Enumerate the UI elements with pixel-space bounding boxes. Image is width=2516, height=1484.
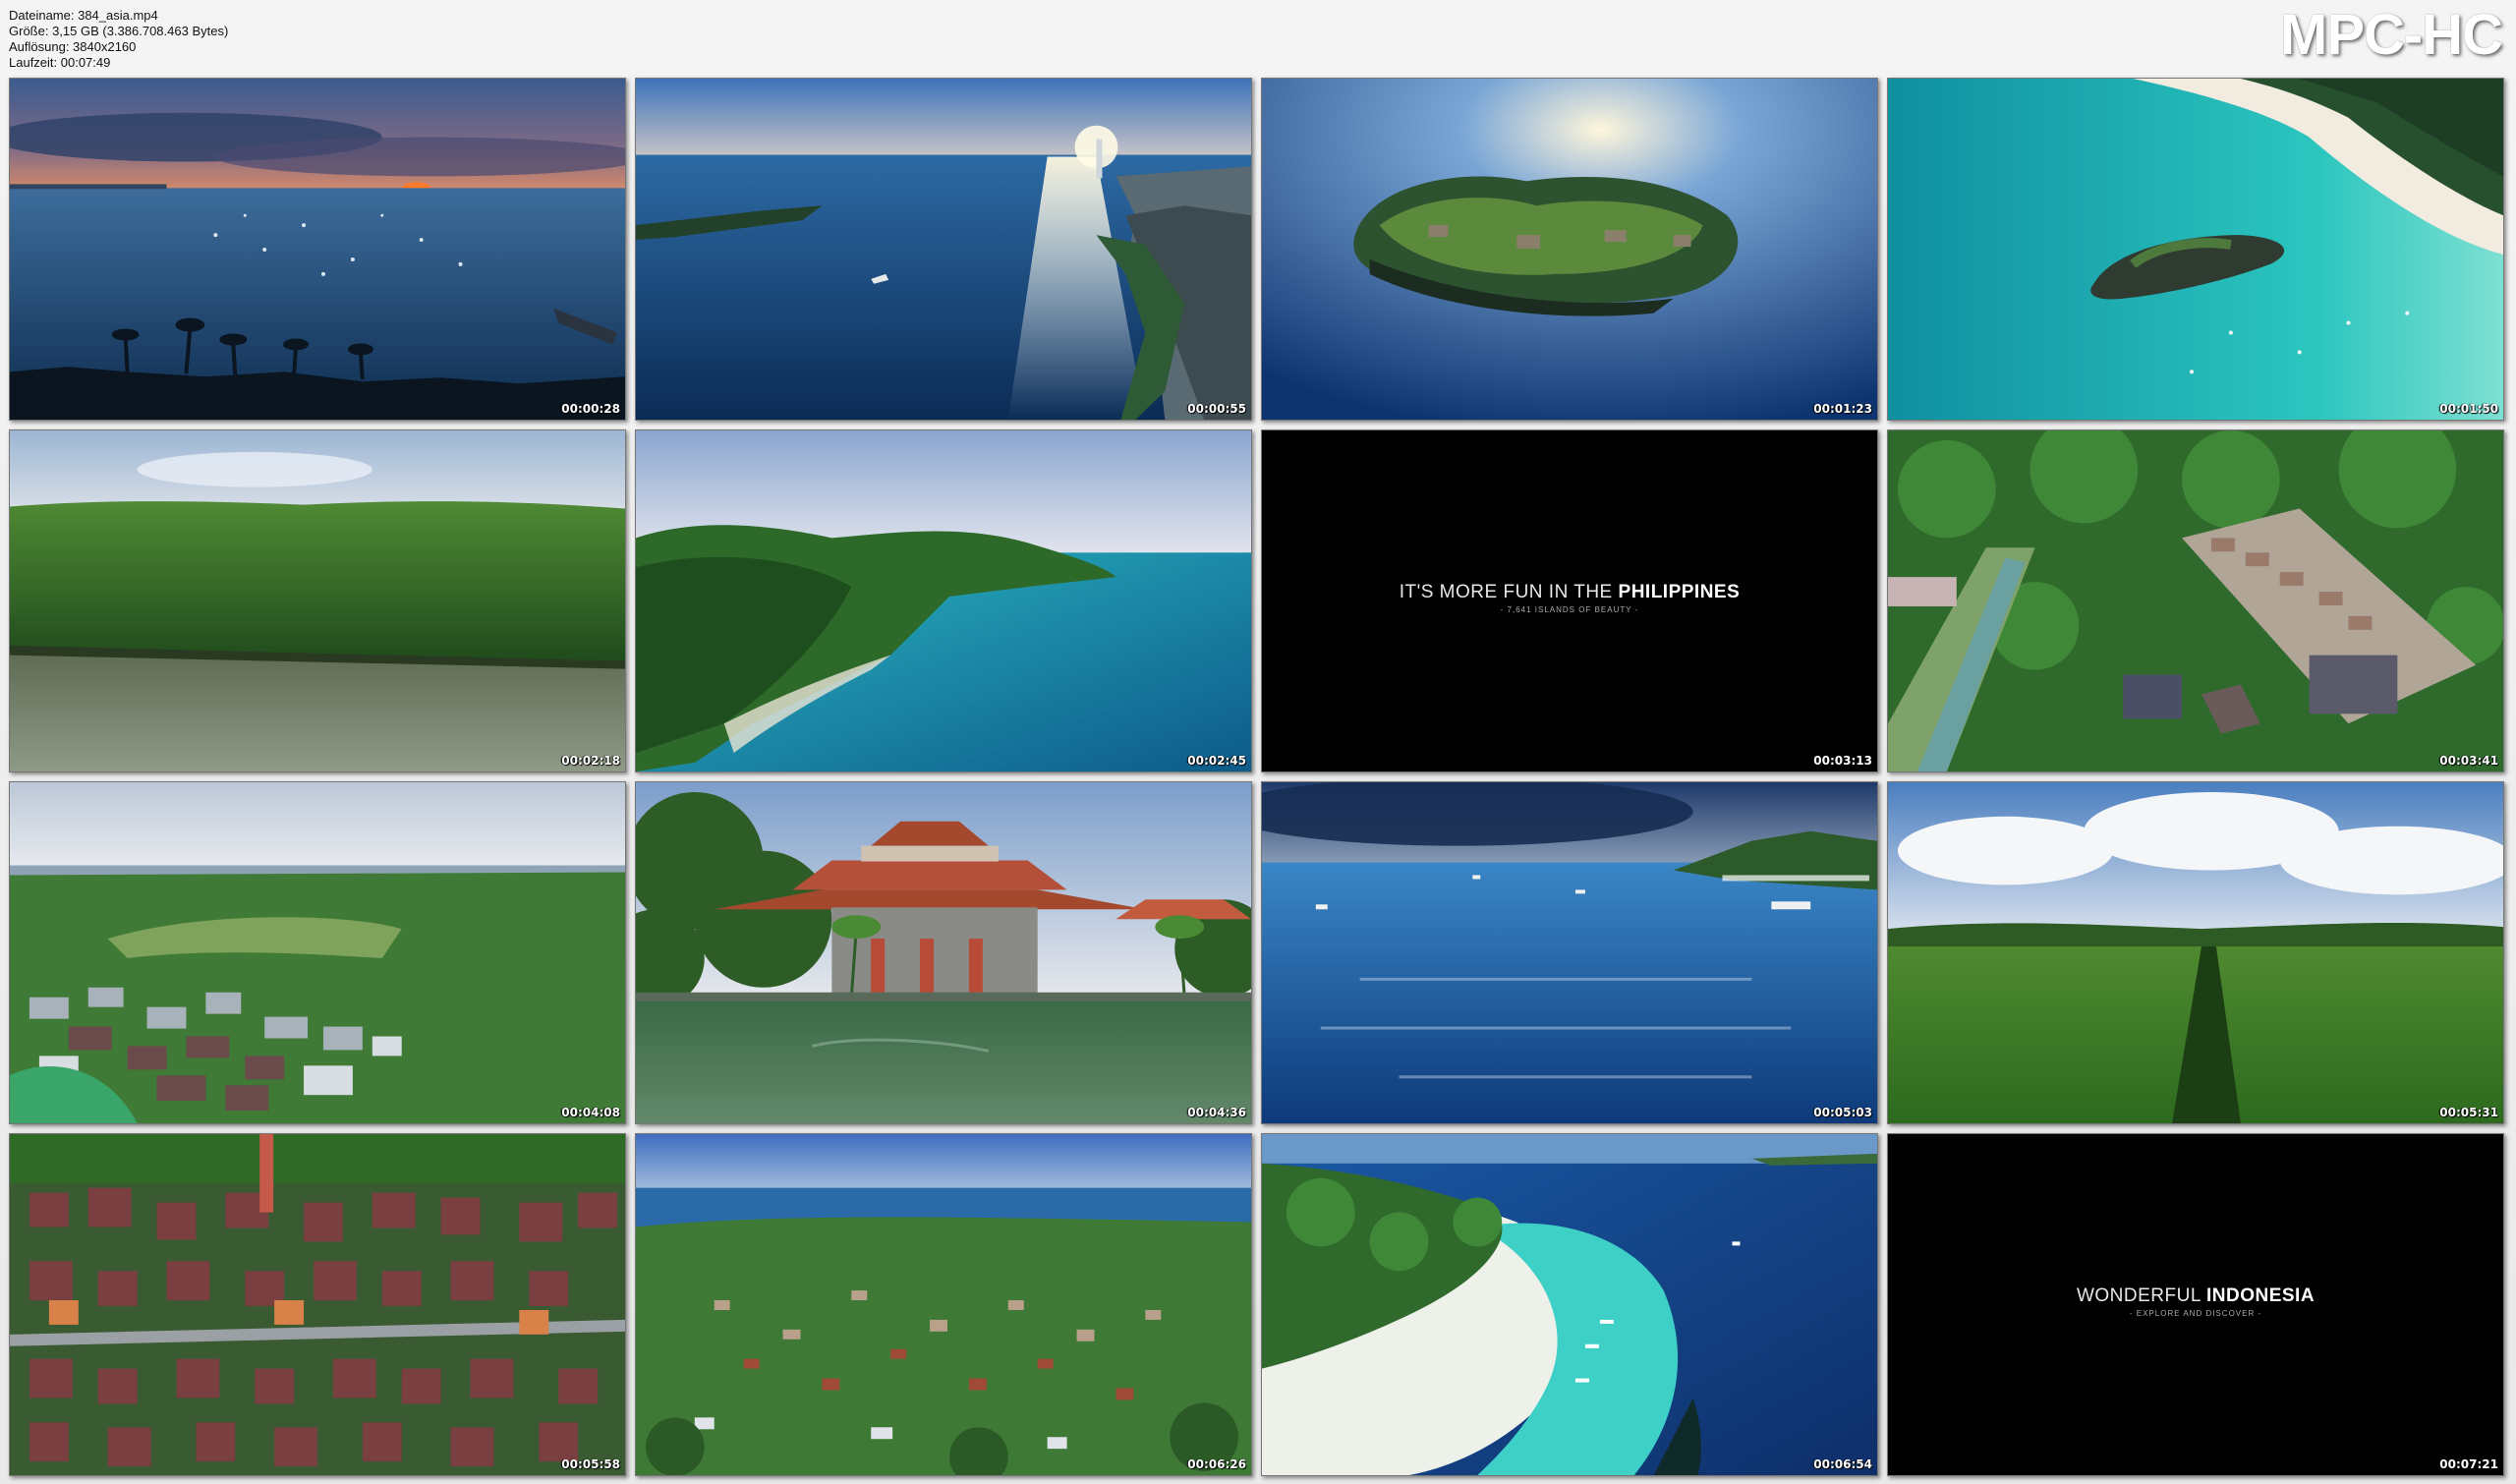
- file-info: Dateiname: 384_asia.mp4 Größe: 3,15 GB (…: [9, 8, 228, 71]
- timestamp: 00:05:31: [2439, 1106, 2498, 1119]
- title-highlight: PHILIPPINES: [1618, 581, 1741, 602]
- timestamp: 00:02:18: [561, 754, 620, 768]
- file-resolution: Auflösung: 3840x2160: [9, 39, 137, 54]
- title-text: IT'S MORE FUN IN THE PHILIPPINES: [1262, 582, 1877, 603]
- title-highlight: INDONESIA: [2205, 1284, 2316, 1306]
- timestamp: 00:00:28: [561, 402, 620, 416]
- timestamp: 00:02:45: [1187, 754, 1246, 768]
- timestamp: 00:06:26: [1187, 1457, 1246, 1471]
- thumbnail[interactable]: 00:00:28: [9, 78, 626, 421]
- timestamp: 00:00:55: [1187, 402, 1246, 416]
- turquoise-beach-image: [1888, 79, 2503, 420]
- thumbnail[interactable]: 00:06:54: [1261, 1133, 1878, 1476]
- rice-field-image: [1888, 782, 2503, 1123]
- timestamp: 00:06:54: [1813, 1457, 1872, 1471]
- thumbnail[interactable]: 00:01:50: [1887, 78, 2504, 421]
- timestamp: 00:05:03: [1813, 1106, 1872, 1119]
- thumbnail[interactable]: WONDERFUL INDONESIA - EXPLORE AND DISCOV…: [1887, 1133, 2504, 1476]
- thumbnail[interactable]: 00:05:31: [1887, 781, 2504, 1124]
- temple-complex-image: [1888, 430, 2503, 771]
- coastal-city-image: [636, 79, 1251, 420]
- timestamp: 00:01:50: [2439, 402, 2498, 416]
- sunset-bay-image: [10, 79, 625, 420]
- thumbnail[interactable]: 00:06:26: [635, 1133, 1252, 1476]
- thumbnail[interactable]: 00:04:36: [635, 781, 1252, 1124]
- title-card: WONDERFUL INDONESIA - EXPLORE AND DISCOV…: [1888, 1285, 2503, 1318]
- thumbnail-grid: 00:00:28 00:00:55 00:01:23 00:01:50 00:0…: [9, 78, 2504, 1476]
- thumbnail[interactable]: 00:03:41: [1887, 429, 2504, 772]
- timestamp: 00:05:58: [561, 1457, 620, 1471]
- thumbnail[interactable]: 00:05:03: [1261, 781, 1878, 1124]
- file-name: Dateiname: 384_asia.mp4: [9, 8, 158, 23]
- title-prefix: IT'S MORE FUN IN THE: [1399, 581, 1619, 602]
- timestamp: 00:03:13: [1813, 754, 1872, 768]
- timestamp: 00:07:21: [2439, 1457, 2498, 1471]
- timestamp: 00:01:23: [1813, 402, 1872, 416]
- thumbnail[interactable]: 00:01:23: [1261, 78, 1878, 421]
- thumbnail[interactable]: 00:05:58: [9, 1133, 626, 1476]
- rock-island-image: [1262, 79, 1877, 420]
- sand-spit-image: [1262, 1134, 1877, 1475]
- timestamp: 00:04:36: [1187, 1106, 1246, 1119]
- mpc-hc-logo: MPC-HC: [2280, 3, 2503, 67]
- thumbnail[interactable]: 00:02:18: [9, 429, 626, 772]
- pagoda-building-image: [636, 782, 1251, 1123]
- title-prefix: WONDERFUL: [2076, 1284, 2206, 1306]
- mangrove-river-image: [10, 430, 625, 771]
- thumbnail[interactable]: 00:00:55: [635, 78, 1252, 421]
- blue-sea-boats-image: [1262, 782, 1877, 1123]
- thumbnail[interactable]: IT'S MORE FUN IN THE PHILIPPINES - 7,641…: [1261, 429, 1878, 772]
- title-subtitle: - 7,641 ISLANDS OF BEAUTY -: [1500, 604, 1639, 614]
- green-headland-image: [636, 430, 1251, 771]
- timestamp: 00:03:41: [2439, 754, 2498, 768]
- town-aerial-image: [636, 1134, 1251, 1475]
- file-duration: Laufzeit: 00:07:49: [9, 55, 111, 70]
- title-card: IT'S MORE FUN IN THE PHILIPPINES - 7,641…: [1262, 582, 1877, 614]
- title-text: WONDERFUL INDONESIA: [1888, 1285, 2503, 1307]
- title-subtitle: - EXPLORE AND DISCOVER -: [2129, 1308, 2262, 1318]
- thumbnail[interactable]: 00:02:45: [635, 429, 1252, 772]
- timestamp: 00:04:08: [561, 1106, 620, 1119]
- file-size: Größe: 3,15 GB (3.386.708.463 Bytes): [9, 24, 229, 38]
- red-roof-village-image: [10, 1134, 625, 1475]
- thumbnail[interactable]: 00:04:08: [9, 781, 626, 1124]
- village-coast-image: [10, 782, 625, 1123]
